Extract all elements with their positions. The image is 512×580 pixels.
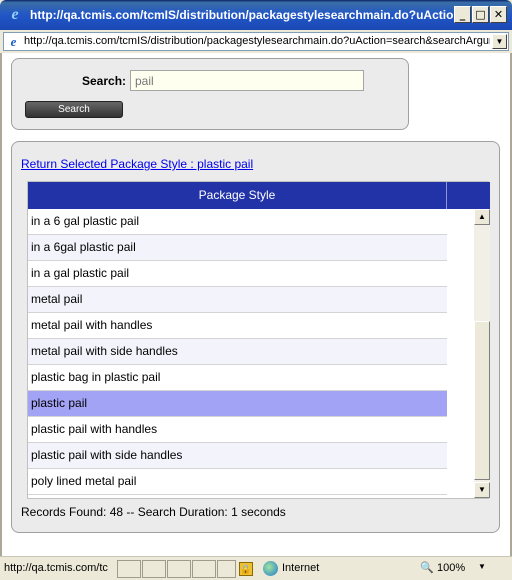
table-row[interactable]: plastic bag in plastic pail	[28, 365, 447, 391]
close-icon[interactable]: ✕	[490, 6, 507, 23]
globe-icon	[263, 561, 278, 576]
window-titlebar[interactable]: e http://qa.tcmis.com/tcmIS/distribution…	[0, 0, 512, 30]
search-panel: Search: Search	[11, 58, 409, 130]
package-style-grid: Package Style in a 6 gal plastic pail in…	[27, 181, 490, 499]
records-found-text: Records Found: 48 -- Search Duration: 1 …	[21, 505, 286, 519]
security-zone[interactable]: Internet	[282, 562, 319, 574]
status-segment	[217, 560, 236, 578]
grid-header: Package Style	[28, 182, 490, 209]
scrollbar-thumb[interactable]	[474, 321, 490, 480]
table-row[interactable]: poly lined metal pail	[28, 469, 447, 495]
grid-body: in a 6 gal plastic pail in a 6gal plasti…	[28, 209, 474, 498]
search-input[interactable]	[130, 70, 364, 91]
status-bar: http://qa.tcmis.com/tc 🔒 Internet 🔍 100%…	[0, 556, 512, 580]
table-row[interactable]: metal pail with handles	[28, 313, 447, 339]
page-icon: e	[10, 34, 17, 49]
zoom-level[interactable]: 100%	[437, 562, 465, 574]
table-row[interactable]: in a 6gal plastic pail	[28, 235, 447, 261]
status-segment	[167, 560, 191, 578]
table-row[interactable]: metal pail	[28, 287, 447, 313]
table-row[interactable]: plastic pail with side handles	[28, 443, 447, 469]
lock-icon[interactable]: 🔒	[239, 562, 253, 576]
grid-scrollbar[interactable]: ▲ ▼	[474, 209, 490, 498]
ie-logo-icon: e	[11, 6, 19, 23]
search-button[interactable]: Search	[25, 101, 123, 118]
address-bar[interactable]: e http://qa.tcmis.com/tcmIS/distribution…	[3, 32, 509, 51]
status-segment	[192, 560, 216, 578]
return-selected-link[interactable]: Return Selected Package Style : plastic …	[21, 157, 253, 171]
window-title: http://qa.tcmis.com/tcmIS/distribution/p…	[30, 8, 471, 22]
status-url: http://qa.tcmis.com/tc	[4, 562, 108, 574]
results-panel: Return Selected Package Style : plastic …	[11, 141, 500, 533]
address-url[interactable]: http://qa.tcmis.com/tcmIS/distribution/p…	[24, 35, 490, 47]
table-row-selected[interactable]: plastic pail	[28, 391, 447, 417]
search-label: Search:	[82, 74, 127, 88]
scroll-up-icon[interactable]: ▲	[474, 209, 490, 225]
zoom-icon[interactable]: 🔍	[420, 561, 434, 574]
status-segment	[142, 560, 166, 578]
status-segment	[117, 560, 141, 578]
dropdown-arrow-icon[interactable]: ▼	[492, 34, 507, 49]
zoom-dropdown-icon[interactable]: ▼	[478, 562, 486, 571]
page-content: Search: Search Return Selected Package S…	[0, 53, 512, 556]
table-row[interactable]: metal pail with side handles	[28, 339, 447, 365]
table-row[interactable]: plastic pail with handles	[28, 417, 447, 443]
maximize-icon[interactable]: □	[472, 6, 489, 23]
column-header-package-style[interactable]: Package Style	[28, 182, 447, 209]
minimize-icon[interactable]: _	[454, 6, 471, 23]
table-row[interactable]: in a gal plastic pail	[28, 261, 447, 287]
scroll-down-icon[interactable]: ▼	[474, 482, 490, 498]
table-row[interactable]: in a 6 gal plastic pail	[28, 209, 447, 235]
